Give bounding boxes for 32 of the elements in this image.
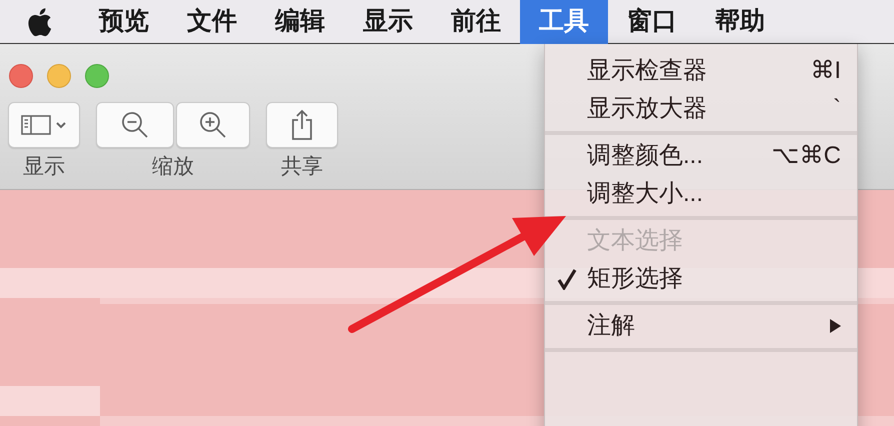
keyboard-shortcut: ` [833,94,841,124]
sidebar-icon [21,112,67,138]
toolbar-label: 共享 [281,154,323,180]
menu-bar-item[interactable]: 前往 [432,0,520,44]
menu-bar-item[interactable]: 编辑 [256,0,344,44]
zoom-in-button[interactable] [176,102,250,148]
menu-item[interactable]: 调整颜色... ⌥⌘C [545,137,857,175]
zoom-in-icon [198,110,228,140]
menu-item[interactable]: 显示放大器 ` [545,90,857,128]
submenu-arrow-icon [829,319,841,333]
menu-bar-item[interactable]: 工具 [520,0,608,44]
keyboard-shortcut: ⌘I [810,56,841,86]
menu-item[interactable]: 显示检查器 ⌘I [545,52,857,90]
menu-bar-item[interactable]: 文件 [168,0,256,44]
apple-logo-icon[interactable] [26,6,52,36]
close-button[interactable] [9,64,33,88]
checkmark-icon [557,268,577,290]
menu-item[interactable]: 注解 [545,307,857,345]
toolbar-label: 显示 [23,154,65,180]
view-button[interactable] [8,102,80,148]
zoom-out-button[interactable] [96,102,174,148]
menu-item[interactable]: 调整大小... [545,175,857,213]
menu-bar-item[interactable]: 显示 [344,0,432,44]
menu-bar-item[interactable]: 窗口 [608,0,696,44]
zoom-out-icon [120,110,150,140]
menu-bar-item[interactable]: 帮助 [696,0,784,44]
menu-bar-item[interactable]: 预览 [80,0,168,44]
share-icon [290,109,314,141]
toolbar-label: 缩放 [152,154,194,180]
keyboard-shortcut: ⌥⌘C [772,141,841,171]
menu-item[interactable]: 矩形选择 [545,260,857,298]
share-button[interactable] [266,102,338,148]
